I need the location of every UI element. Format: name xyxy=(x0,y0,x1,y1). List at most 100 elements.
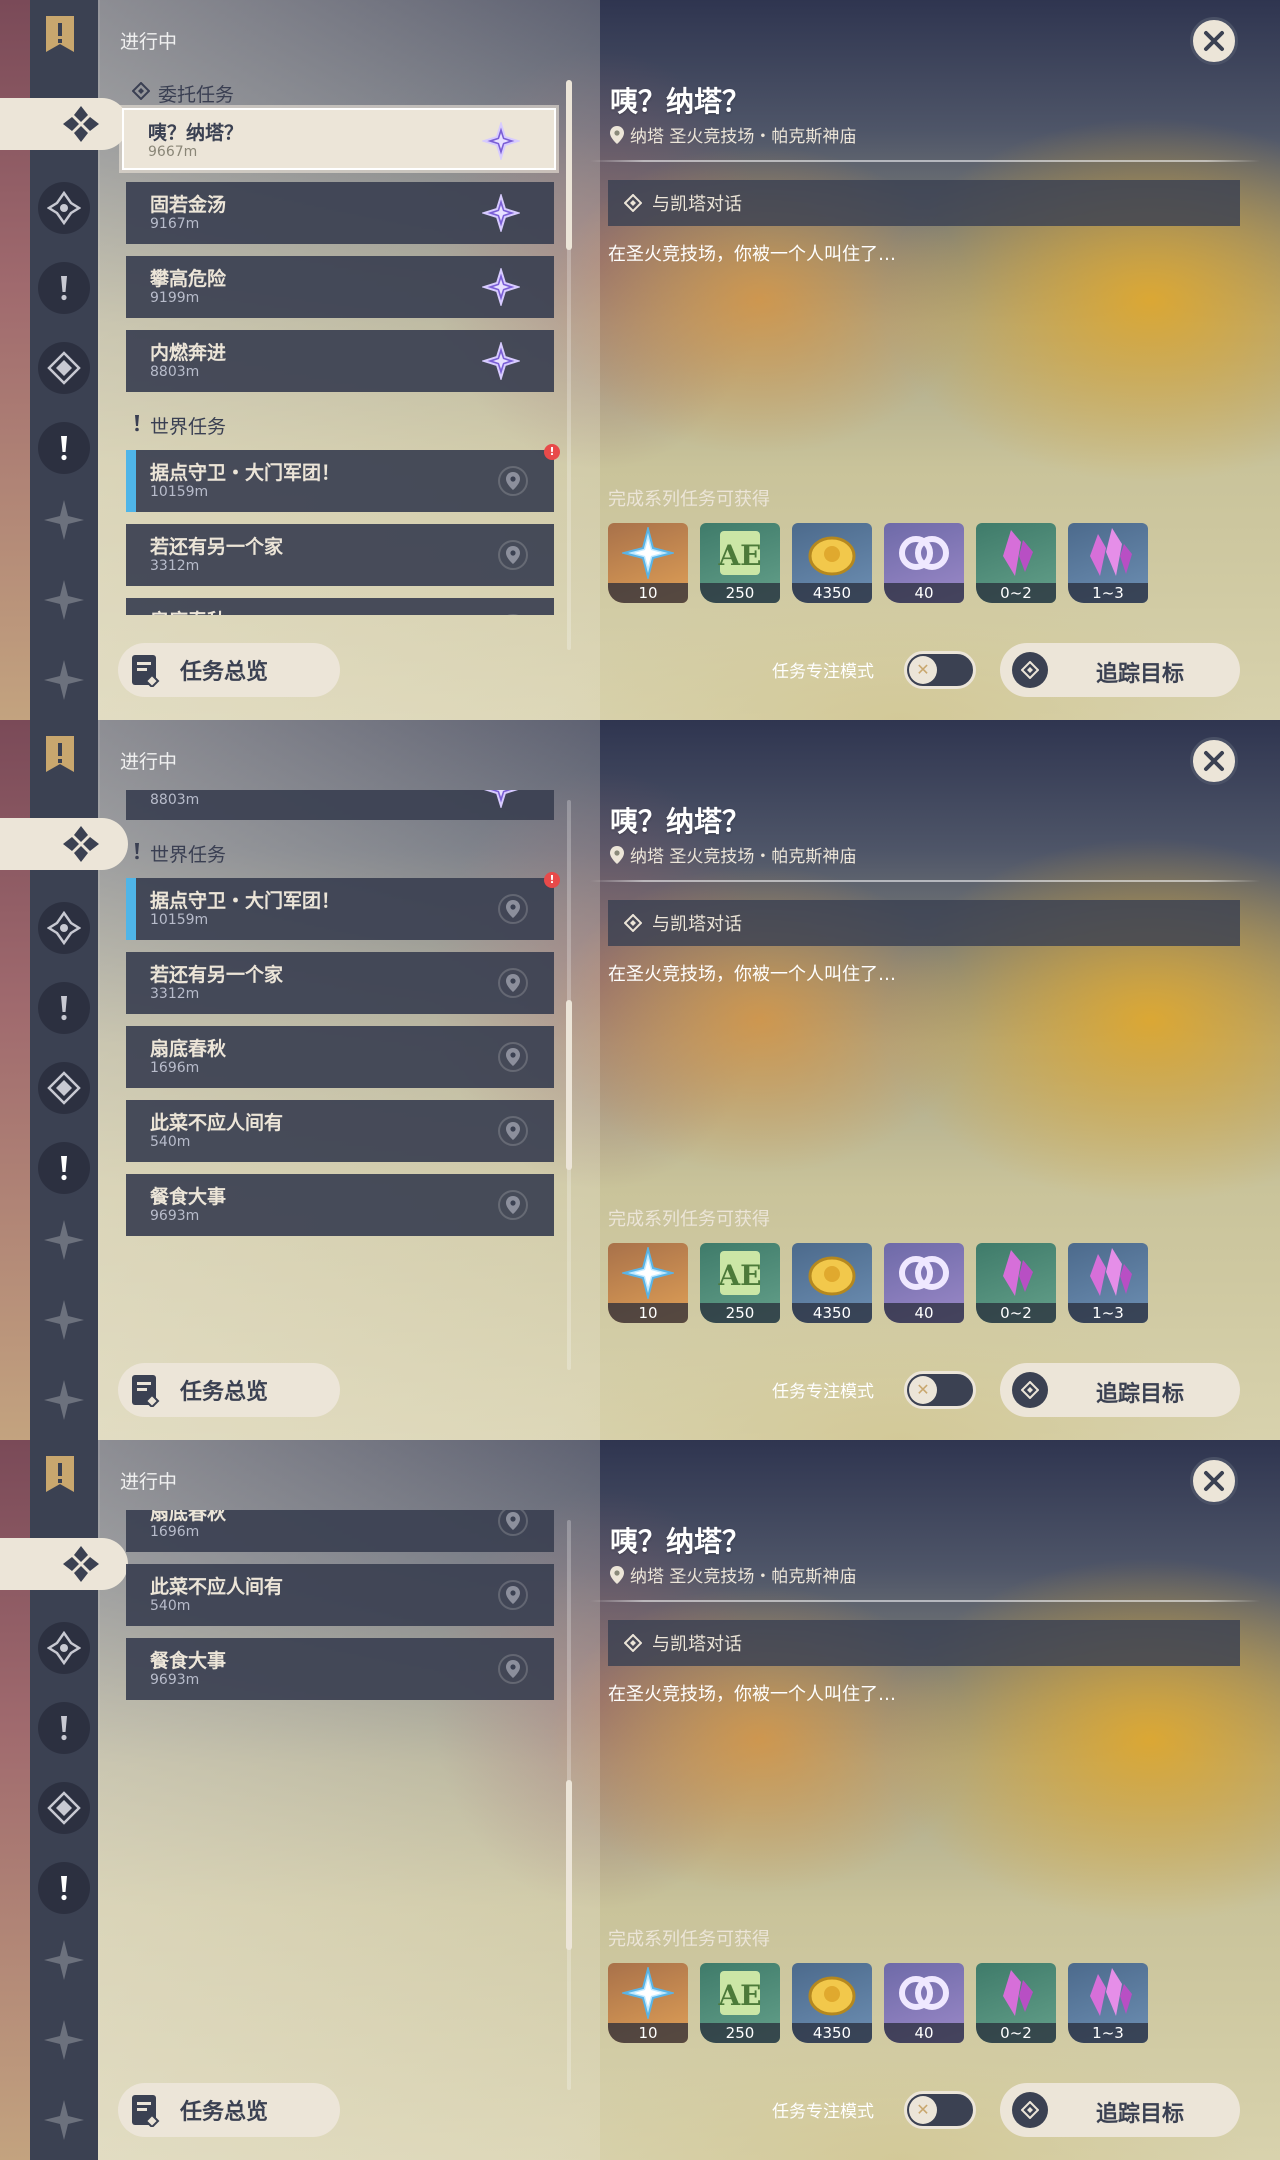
scrollbar-thumb[interactable] xyxy=(566,80,572,250)
location-pin-icon[interactable] xyxy=(498,1190,528,1220)
reward-crystal-large[interactable]: 1~3 xyxy=(1068,1243,1148,1323)
reward-primogem[interactable]: 10 xyxy=(608,1243,688,1323)
quest-list-item[interactable]: ! 据点守卫・大门军团！ 10159m xyxy=(126,444,560,512)
bookmark-icon[interactable] xyxy=(46,1456,74,1492)
scrollbar-thumb[interactable] xyxy=(566,1780,572,1950)
tab-commission-quests[interactable] xyxy=(0,98,128,150)
focus-mode-toggle[interactable]: ✕ xyxy=(904,651,976,689)
bookmark-icon[interactable] xyxy=(46,736,74,772)
reward-mora[interactable]: 4350 xyxy=(792,1243,872,1323)
track-target-button[interactable]: 追踪目标 xyxy=(1000,1363,1240,1417)
quest-overview-button[interactable]: 任务总览 xyxy=(118,643,340,697)
reward-mora[interactable]: 4350 xyxy=(792,523,872,603)
location-pin-icon[interactable] xyxy=(498,894,528,924)
quest-list-item[interactable]: 餐食大事 9693m xyxy=(126,1638,554,1700)
reward-mora[interactable]: 4350 xyxy=(792,1963,872,2043)
reward-crystal-small[interactable]: 0~2 xyxy=(976,1243,1056,1323)
quest-item-title: 此菜不应人间有 xyxy=(150,1112,284,1134)
location-pin-icon[interactable] xyxy=(498,1510,528,1536)
location-pin-icon[interactable] xyxy=(498,614,528,615)
tab-archon-quests[interactable] xyxy=(38,902,90,954)
quest-list-item[interactable]: 此菜不应人间有 540m xyxy=(126,1564,554,1626)
reward-fetter-exp[interactable]: 40 xyxy=(884,523,964,603)
quest-list-item[interactable]: 咦？纳塔？ 9667m xyxy=(122,108,556,170)
tab-archon-quests[interactable] xyxy=(38,182,90,234)
quest-list-item[interactable]: 若还有另一个家 3312m xyxy=(126,952,554,1014)
commission-star-icon xyxy=(482,342,520,380)
track-target-button[interactable]: 追踪目标 xyxy=(1000,643,1240,697)
quest-overview-button[interactable]: 任务总览 xyxy=(118,1363,340,1417)
quest-overview-button[interactable]: 任务总览 xyxy=(118,2083,340,2137)
tab-story-quests[interactable] xyxy=(38,982,90,1034)
tab-daily-quests[interactable] xyxy=(38,342,90,394)
quest-list-scrollbar[interactable] xyxy=(566,1520,572,2090)
tab-commission-quests[interactable] xyxy=(0,1538,128,1590)
close-button[interactable] xyxy=(1190,17,1238,65)
close-button[interactable] xyxy=(1190,737,1238,785)
location-pin-icon[interactable] xyxy=(498,1580,528,1610)
in-progress-heading: 进行中 xyxy=(120,751,178,773)
tab-world-quests[interactable] xyxy=(38,1862,90,1914)
reward-primogem[interactable]: 10 xyxy=(608,523,688,603)
rewards-row: 10 AE 250 4350 40 0~2 1~3 xyxy=(608,523,1148,603)
location-pin-icon[interactable] xyxy=(498,1042,528,1072)
location-pin-icon[interactable] xyxy=(498,540,528,570)
archon-quest-icon xyxy=(47,191,81,225)
reward-adventure-exp[interactable]: AE 250 xyxy=(700,523,780,603)
reward-quantity: 250 xyxy=(700,2023,780,2043)
divider xyxy=(590,160,1260,162)
location-pin-icon[interactable] xyxy=(498,968,528,998)
reward-adventure-exp[interactable]: AE 250 xyxy=(700,1243,780,1323)
track-target-button[interactable]: 追踪目标 xyxy=(1000,2083,1240,2137)
quest-list-item[interactable]: 攀高危险 9199m xyxy=(126,256,554,318)
tab-archon-quests[interactable] xyxy=(38,1622,90,1674)
reward-quantity: 4350 xyxy=(792,1303,872,1323)
tab-commission-quests[interactable] xyxy=(0,818,128,870)
svg-text:AE: AE xyxy=(717,539,761,572)
quest-list-item[interactable]: 扇底春秋1696m xyxy=(126,1026,554,1088)
quest-list[interactable]: 委托任务世界任务咦？纳塔？9667m固若金汤9167m攀高危险9199m内燃奔进… xyxy=(118,1510,568,2055)
location-pin-icon[interactable] xyxy=(498,1116,528,1146)
quest-list[interactable]: 委托任务世界任务咦？纳塔？9667m固若金汤9167m攀高危险9199m内燃奔进… xyxy=(118,790,568,1335)
reward-quantity: 4350 xyxy=(792,2023,872,2043)
reward-adventure-exp[interactable]: AE 250 xyxy=(700,1963,780,2043)
quest-list[interactable]: 委托任务世界任务咦？纳塔？9667m固若金汤9167m攀高危险9199m内燃奔进… xyxy=(118,70,568,615)
quest-list-item[interactable]: 此菜不应人间有 540m xyxy=(126,1100,554,1162)
close-button[interactable] xyxy=(1190,1457,1238,1505)
reward-crystal-small[interactable]: 0~2 xyxy=(976,1963,1056,2043)
quest-list-item[interactable]: 餐食大事 9693m xyxy=(126,1174,554,1236)
quest-list-item[interactable]: 若还有另一个家 3312m xyxy=(126,524,554,586)
reward-primogem[interactable]: 10 xyxy=(608,1963,688,2043)
tab-world-quests[interactable] xyxy=(38,1142,90,1194)
reward-crystal-large[interactable]: 1~3 xyxy=(1068,1963,1148,2043)
quest-list-item[interactable]: ! 据点守卫・大门军团！ 10159m xyxy=(126,872,560,940)
quest-location-text: 纳塔 圣火竞技场・帕克斯神庙 xyxy=(630,127,857,147)
quest-list-scrollbar[interactable] xyxy=(566,800,572,1370)
quest-list-item[interactable]: 扇底春秋1696m xyxy=(126,1510,554,1552)
tab-story-quests[interactable] xyxy=(38,1702,90,1754)
tab-daily-quests[interactable] xyxy=(38,1062,90,1114)
track-target-label: 追踪目标 xyxy=(1095,2102,1184,2127)
scrollbar-thumb[interactable] xyxy=(566,1000,572,1170)
tab-world-quests[interactable] xyxy=(38,422,90,474)
reward-crystal-small[interactable]: 0~2 xyxy=(976,523,1056,603)
quest-list-item[interactable]: 扇底春秋1696m xyxy=(126,598,554,615)
tab-story-quests[interactable] xyxy=(38,262,90,314)
quest-list-item[interactable]: 固若金汤 9167m xyxy=(126,182,554,244)
quest-list-scrollbar[interactable] xyxy=(566,80,572,650)
bookmark-icon[interactable] xyxy=(46,16,74,52)
adventure-exp-icon: AE xyxy=(700,1243,780,1303)
focus-mode-toggle[interactable]: ✕ xyxy=(904,2091,976,2129)
reward-fetter-exp[interactable]: 40 xyxy=(884,1243,964,1323)
quest-list-item[interactable]: 内燃奔进8803m xyxy=(126,790,554,820)
focus-mode-toggle[interactable]: ✕ xyxy=(904,1371,976,1409)
reward-fetter-exp[interactable]: 40 xyxy=(884,1963,964,2043)
location-pin-icon[interactable] xyxy=(498,466,528,496)
quest-item-title: 此菜不应人间有 xyxy=(150,1576,284,1598)
quest-category-rail xyxy=(0,0,128,720)
quest-item-distance: 10159m xyxy=(150,912,209,928)
location-pin-icon[interactable] xyxy=(498,1654,528,1684)
tab-daily-quests[interactable] xyxy=(38,1782,90,1834)
quest-list-item[interactable]: 内燃奔进8803m xyxy=(126,330,554,392)
reward-crystal-large[interactable]: 1~3 xyxy=(1068,523,1148,603)
